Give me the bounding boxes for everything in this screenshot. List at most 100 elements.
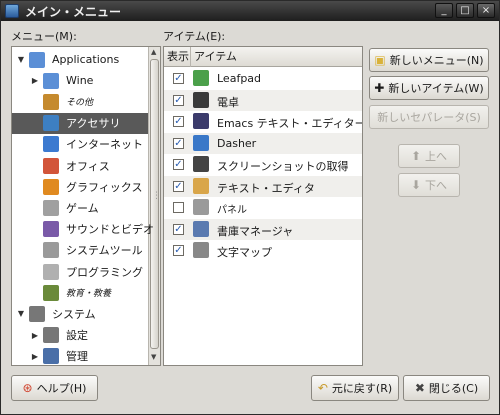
move-down-button[interactable]: ⬇ 下へ [398, 173, 460, 197]
tree-item[interactable]: グラフィックス [12, 176, 148, 197]
maximize-button[interactable]: □ [456, 3, 474, 18]
help-button[interactable]: ⊛ ヘルプ(H) [11, 375, 98, 401]
revert-button[interactable]: ↶ 元に戻す(R) [311, 375, 399, 401]
tree-item[interactable]: インターネット [12, 134, 148, 155]
expander-collapsed-icon[interactable]: ▶ [30, 352, 40, 361]
show-checkbox[interactable] [173, 202, 184, 213]
list-item-label: Dasher [217, 136, 257, 150]
tree-item[interactable]: ▶ 管理 [12, 346, 148, 365]
new-menu-icon: ▣ [374, 53, 386, 67]
list-item[interactable]: ✓ 書庫マネージャ [164, 218, 362, 240]
show-checkbox[interactable]: ✓ [173, 245, 184, 256]
tree-item[interactable]: ▶ Wine [12, 70, 148, 91]
tree-item-label: 管理 [66, 350, 88, 364]
system-icon [29, 305, 45, 322]
leafpad-icon [193, 70, 209, 86]
tree-item[interactable]: オフィス [12, 155, 148, 176]
tree-item[interactable]: アクセサリ [12, 112, 148, 134]
window-title: メイン・メニュー [25, 4, 122, 19]
close-x-icon: ✖ [414, 381, 425, 395]
close-button[interactable]: ✖ 閉じる(C) [403, 375, 490, 401]
tree-item-label: 教育・教養 [66, 289, 112, 300]
list-item[interactable]: パネル [164, 197, 362, 218]
list-item-label: 文字マップ [217, 246, 272, 259]
tree-item[interactable]: その他 [12, 91, 148, 112]
misc-icon [43, 93, 59, 110]
expander-collapsed-icon[interactable]: ▶ [30, 331, 40, 340]
show-checkbox[interactable]: ✓ [173, 94, 184, 106]
system-tools-icon [43, 242, 59, 259]
tree-item-label: その他 [66, 98, 94, 109]
tree-item[interactable]: プログラミング [12, 261, 148, 282]
expander-expanded-icon[interactable]: ▼ [16, 55, 26, 64]
list-item[interactable]: ✓ Emacs テキスト・エディター [164, 111, 362, 132]
list-item[interactable]: ✓ Leafpad [164, 68, 362, 89]
tree-item[interactable]: ▼ システム [12, 303, 148, 324]
move-up-button[interactable]: ⬆ 上へ [398, 144, 460, 168]
title-bar[interactable]: メイン・メニュー _ □ × [1, 1, 499, 21]
list-item-label: Leafpad [217, 72, 262, 85]
new-item-button[interactable]: ✚ 新しいアイテム(W) [369, 76, 489, 100]
menu-tree[interactable]: ▲ ▼ ▼ Applications ▶ Wine その他アクセサリインターネットオフィ… [11, 46, 161, 366]
pane-splitter[interactable]: ⋮ [152, 191, 161, 201]
tree-item[interactable]: サウンドとビデオ [12, 219, 154, 240]
items-label: アイテム(E): [163, 30, 226, 43]
revert-label: 元に戻す(R) [331, 382, 393, 395]
new-menu-button[interactable]: ▣ 新しいメニュー(N) [369, 48, 489, 72]
list-item-label: 書庫マネージャ [217, 224, 294, 238]
tree-item-label: インターネット [66, 138, 143, 152]
list-item[interactable]: ✓ 文字マップ [164, 240, 362, 261]
office-icon [43, 157, 59, 174]
up-arrow-icon: ⬆ [410, 149, 422, 163]
multimedia-icon [43, 221, 59, 238]
show-checkbox[interactable]: ✓ [173, 73, 184, 84]
new-menu-label: 新しいメニュー(N) [389, 54, 484, 67]
tree-scrollbar-thumb[interactable] [150, 59, 159, 349]
camera-icon [193, 156, 209, 172]
show-checkbox[interactable]: ✓ [173, 159, 184, 170]
down-arrow-icon: ⬇ [410, 178, 422, 192]
scroll-up-arrow-icon[interactable]: ▲ [151, 48, 156, 56]
expander-collapsed-icon[interactable]: ▶ [30, 76, 40, 85]
games-icon [43, 199, 59, 216]
tree-scrollbar[interactable]: ▲ ▼ [148, 47, 160, 365]
tree-item[interactable]: ゲーム [12, 197, 148, 218]
folder-icon [43, 72, 59, 89]
scroll-down-arrow-icon[interactable]: ▼ [151, 353, 156, 361]
list-item-label: スクリーンショットの取得 [217, 160, 349, 173]
tree-item-label: グラフィックス [66, 180, 143, 194]
column-header-item[interactable]: アイテム [191, 47, 362, 67]
list-item[interactable]: ✓ スクリーンショットの取得 [164, 154, 362, 175]
tree-item[interactable]: システムツール [12, 240, 148, 261]
expander-expanded-icon[interactable]: ▼ [16, 309, 26, 318]
show-checkbox[interactable]: ✓ [173, 116, 184, 127]
tree-item[interactable]: 教育・教養 [12, 282, 148, 303]
list-item[interactable]: ✓ 電卓 [164, 89, 362, 111]
tree-item-label: プログラミング [66, 265, 143, 279]
tree-item-label: システムツール [66, 244, 143, 258]
minimize-button[interactable]: _ [435, 3, 453, 18]
tree-item-label: 設定 [66, 329, 88, 343]
folder-icon [29, 51, 45, 68]
new-separator-label: 新しいセパレータ(S) [377, 111, 481, 124]
list-item[interactable]: ✓ テキスト・エディタ [164, 175, 362, 197]
text-editor-icon [193, 177, 209, 194]
education-icon [43, 284, 59, 301]
accessories-icon [43, 115, 59, 132]
tree-item[interactable]: ▶ 設定 [12, 325, 148, 346]
list-item-label: 電卓 [217, 95, 239, 109]
list-item-label: テキスト・エディタ [217, 181, 315, 195]
show-checkbox[interactable]: ✓ [173, 223, 184, 235]
list-item[interactable]: ✓ Dasher [164, 132, 362, 154]
items-list[interactable]: 表示 アイテム ✓ Leafpad ✓ 電卓 ✓ Emacs テキスト・エディター ✓ Das… [163, 46, 363, 366]
tree-item-label: アクセサリ [66, 117, 121, 131]
show-checkbox[interactable]: ✓ [173, 180, 184, 192]
show-checkbox[interactable]: ✓ [173, 137, 184, 149]
move-down-label: 下へ [425, 179, 448, 192]
column-header-show[interactable]: 表示 [164, 47, 191, 67]
tree-item[interactable]: ▼ Applications [12, 49, 148, 70]
new-separator-button[interactable]: 新しいセパレータ(S) [369, 105, 489, 129]
panel-icon [193, 199, 209, 215]
close-window-button[interactable]: × [477, 3, 495, 18]
new-item-label: 新しいアイテム(W) [388, 82, 484, 95]
